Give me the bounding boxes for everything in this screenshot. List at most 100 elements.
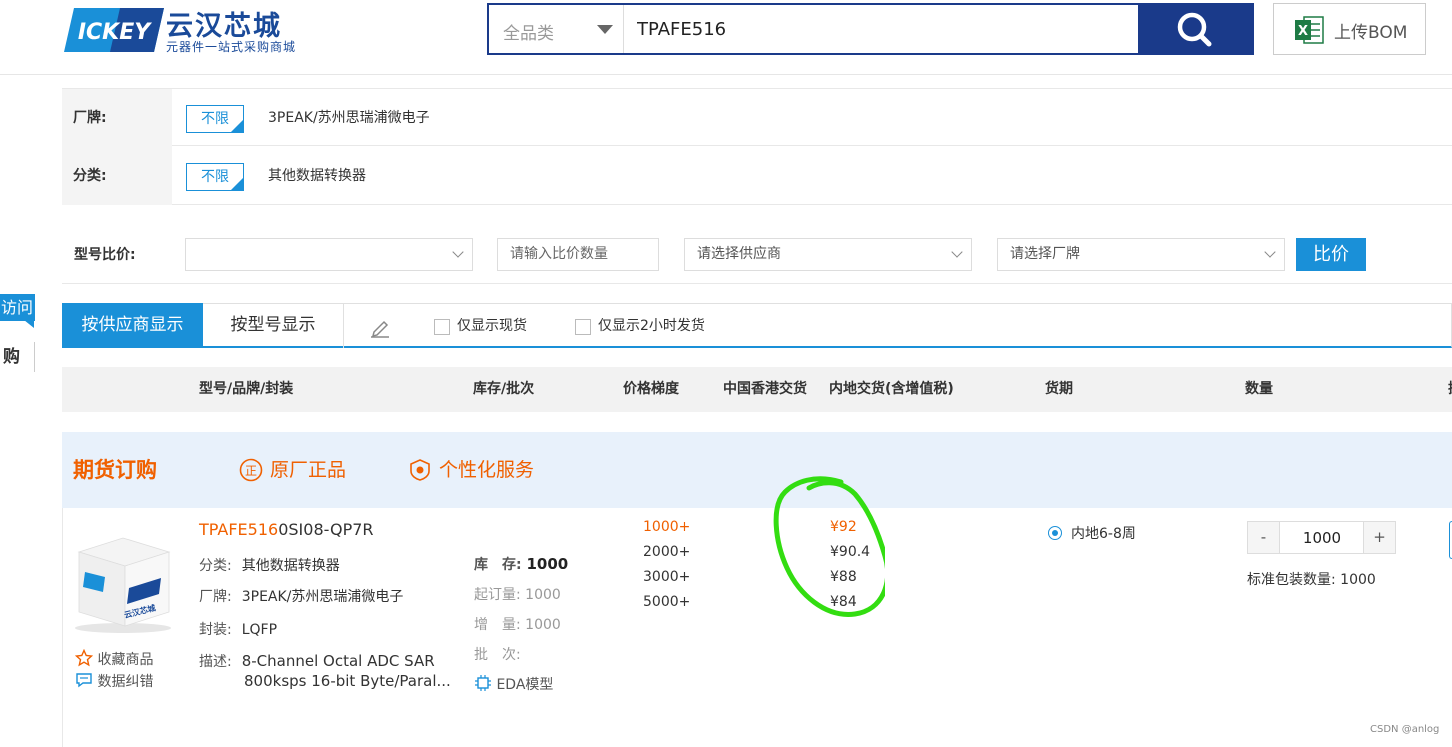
tab-by-model[interactable]: 按型号显示 bbox=[203, 303, 344, 348]
col-quantity: 数量 bbox=[1245, 381, 1273, 397]
compare-qty-placeholder: 请输入比价数量 bbox=[510, 246, 608, 262]
attr-description: 描述: 8-Channel Octal ADC SAR bbox=[199, 652, 435, 670]
banner-genuine: 原厂正品 bbox=[270, 459, 347, 481]
col-price-tier: 价格梯度 bbox=[623, 381, 679, 397]
attr-desc-line1: 8-Channel Octal ADC SAR bbox=[241, 652, 435, 670]
stock-info: 库 存: 1000 bbox=[474, 555, 569, 573]
compare-row: 型号比价: 请输入比价数量 请选择供应商 请选择厂牌 比价 bbox=[62, 226, 1452, 284]
chevron-down-icon bbox=[951, 246, 963, 258]
search-bar: 全品类 bbox=[487, 3, 1254, 55]
side-buy-tab[interactable]: 购 bbox=[0, 342, 35, 372]
col-hk-delivery: 中国香港交货 bbox=[723, 381, 807, 397]
comment-icon bbox=[76, 673, 92, 688]
search-button[interactable] bbox=[1138, 5, 1252, 53]
side-visit-pointer bbox=[24, 320, 34, 328]
part-number-rest: 0SI08-QP7R bbox=[278, 520, 374, 539]
col-mainland-delivery: 内地交货(含增值税) bbox=[829, 381, 954, 397]
logo-subtitle: 元器件一站式采购商城 bbox=[166, 40, 297, 54]
chevron-down-icon bbox=[1264, 246, 1276, 258]
filter-label-category: 分类: bbox=[62, 147, 172, 205]
compare-label: 型号比价: bbox=[74, 247, 136, 263]
attr-package: 封装: LQFP bbox=[199, 622, 278, 638]
excel-icon: X bbox=[1295, 16, 1324, 44]
attr-desc-line2: 800ksps 16-bit Byte/Paral... bbox=[244, 672, 451, 690]
supplier-select-value: 请选择供应商 bbox=[697, 246, 781, 262]
attr-category: 分类: 其他数据转换器 bbox=[199, 558, 340, 574]
search-divider bbox=[623, 5, 624, 53]
shield-icon bbox=[410, 459, 430, 481]
product-image[interactable]: 云汉芯城 bbox=[69, 530, 175, 634]
eda-model-link[interactable]: EDA模型 bbox=[474, 674, 553, 694]
only-2h-checkbox[interactable] bbox=[575, 319, 591, 335]
upload-bom-button[interactable]: X 上传BOM bbox=[1273, 3, 1426, 55]
check-corner-icon bbox=[230, 177, 244, 191]
quantity-minus-button[interactable]: - bbox=[1248, 522, 1280, 553]
standard-pack-qty: 标准包装数量: 1000 bbox=[1247, 572, 1376, 588]
watermark: CSDN @anlog bbox=[1370, 724, 1440, 735]
col-action: 操 bbox=[1448, 367, 1452, 412]
chip-icon bbox=[475, 675, 491, 691]
attr-category-value: 其他数据转换器 bbox=[241, 558, 340, 574]
only-stock-checkbox[interactable] bbox=[434, 319, 450, 335]
compare-qty-input[interactable]: 请输入比价数量 bbox=[497, 238, 659, 271]
brand-select[interactable]: 请选择厂牌 bbox=[997, 238, 1285, 271]
price-tier-4: 5000+ bbox=[643, 594, 691, 610]
eda-model-label: EDA模型 bbox=[496, 677, 554, 693]
supplier-select[interactable]: 请选择供应商 bbox=[684, 238, 972, 271]
edit-icon[interactable] bbox=[369, 316, 391, 338]
col-lead-time: 货期 bbox=[1045, 381, 1073, 397]
search-category-select[interactable]: 全品类 bbox=[503, 19, 554, 44]
quantity-stepper: - + bbox=[1247, 521, 1396, 554]
search-icon bbox=[1177, 12, 1212, 47]
genuine-icon: 正 bbox=[239, 458, 263, 482]
site-header: ICKEY 云汉芯城 元器件一站式采购商城 全品类 X 上传BOM bbox=[0, 0, 1452, 75]
category-filter-value[interactable]: 其他数据转换器 bbox=[268, 147, 366, 205]
stock-value: 1000 bbox=[526, 555, 569, 573]
only-stock-label[interactable]: 仅显示现货 bbox=[457, 304, 527, 348]
col-stock: 库存/批次 bbox=[473, 381, 535, 397]
price-tier-1: 1000+ bbox=[643, 519, 691, 535]
moq: 起订量: 1000 bbox=[474, 587, 561, 603]
report-error-label: 数据纠错 bbox=[97, 674, 154, 690]
annotation-circle bbox=[773, 476, 885, 617]
delivery-label[interactable]: 内地6-8周 bbox=[1071, 523, 1136, 543]
attr-brand-value[interactable]: 3PEAK/苏州思瑞浦微电子 bbox=[242, 589, 404, 605]
only-2h-label[interactable]: 仅显示2小时发货 bbox=[598, 304, 705, 348]
logo-icon[interactable]: ICKEY bbox=[64, 6, 164, 54]
brand-unlimit-button[interactable]: 不限 bbox=[186, 105, 244, 133]
col-model: 型号/品牌/封装 bbox=[199, 381, 294, 397]
category-unlimit-button[interactable]: 不限 bbox=[186, 163, 244, 191]
brand-unlimit-label: 不限 bbox=[201, 111, 229, 127]
quantity-plus-button[interactable]: + bbox=[1363, 522, 1395, 553]
view-tabs: 按供应商显示 按型号显示 仅显示现货 仅显示2小时发货 bbox=[62, 303, 1452, 348]
star-icon bbox=[74, 648, 94, 667]
price-tier-3: 3000+ bbox=[643, 569, 691, 585]
favorite-link[interactable]: 收藏商品 bbox=[74, 648, 154, 669]
brand-filter-value[interactable]: 3PEAK/苏州思瑞浦微电子 bbox=[268, 89, 430, 147]
attr-brand: 厂牌: 3PEAK/苏州思瑞浦微电子 bbox=[199, 589, 404, 605]
search-input[interactable] bbox=[625, 5, 1139, 53]
banner-service: 个性化服务 bbox=[439, 459, 535, 481]
filter-row-brand: 厂牌: 不限 3PEAK/苏州思瑞浦微电子 bbox=[62, 88, 1452, 147]
delivery-radio[interactable] bbox=[1048, 526, 1062, 540]
part-number-highlight: TPAFE516 bbox=[199, 520, 279, 539]
filter-row-category: 分类: 不限 其他数据转换器 bbox=[62, 147, 1452, 205]
side-visit-tab[interactable]: 访问 bbox=[0, 294, 35, 321]
caret-down-icon[interactable] bbox=[597, 25, 613, 34]
brand-select-value: 请选择厂牌 bbox=[1010, 246, 1080, 262]
part-number-link[interactable]: TPAFE5160SI08-QP7R bbox=[199, 520, 374, 539]
upload-bom-label: 上传BOM bbox=[1334, 23, 1408, 43]
attr-package-value: LQFP bbox=[241, 622, 278, 638]
increment: 增 量: 1000 bbox=[474, 617, 561, 633]
model-select[interactable] bbox=[185, 238, 473, 271]
banner-title: 期货订购 bbox=[73, 458, 157, 482]
compare-button[interactable]: 比价 bbox=[1296, 238, 1366, 271]
quantity-input[interactable] bbox=[1281, 522, 1363, 553]
favorite-label: 收藏商品 bbox=[97, 652, 154, 668]
batch: 批 次: bbox=[474, 647, 521, 663]
category-unlimit-label: 不限 bbox=[201, 169, 229, 185]
svg-text:ICKEY: ICKEY bbox=[78, 20, 152, 45]
report-error-link[interactable]: 数据纠错 bbox=[75, 671, 153, 691]
tab-by-supplier[interactable]: 按供应商显示 bbox=[62, 303, 203, 348]
price-tier-2: 2000+ bbox=[643, 544, 691, 560]
